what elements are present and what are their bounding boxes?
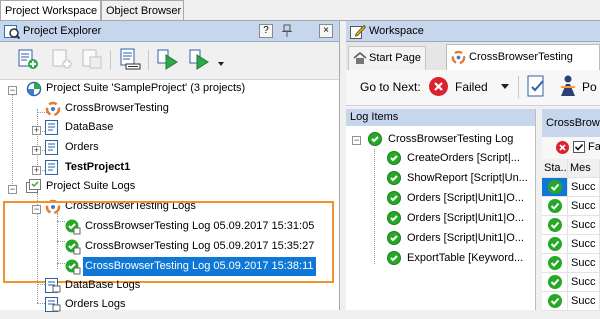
message-cell[interactable]: Succ [568,235,600,254]
logs-folder-icon [26,179,42,201]
log-items-header: Log Items [346,109,535,126]
status-cell[interactable] [542,216,568,235]
success-icon [387,151,401,165]
status-cell[interactable] [542,197,568,216]
collapse-toggle[interactable]: − [8,185,17,194]
people-icon[interactable] [558,74,578,100]
message-cell[interactable]: Succ [568,254,600,273]
message-cell[interactable]: Succ [568,197,600,216]
success-icon [387,231,401,245]
run-selected-button[interactable] [188,47,212,71]
run-project-button[interactable] [156,47,180,71]
remove-item-button[interactable] [80,47,104,71]
success-icon [548,218,562,232]
report-button[interactable] [526,74,550,100]
filter-checkbox[interactable] [573,141,585,153]
logs-folder-icon [45,297,61,319]
project-icon [45,140,58,155]
add-new-item-button[interactable] [16,47,40,71]
collapse-toggle[interactable]: − [8,86,17,95]
status-cell[interactable] [542,292,568,311]
tab-object-browser[interactable]: Object Browser [101,0,184,20]
success-icon [368,132,382,146]
message-cell[interactable]: Succ [568,178,600,197]
expand-toggle[interactable]: + [32,166,41,175]
project-icon [45,160,58,175]
project-explorer-header: Project Explorer ? × [0,21,339,42]
error-filter-icon[interactable] [556,141,569,154]
success-icon [387,171,401,185]
success-icon [548,256,562,270]
log-details-pane: CrossBrowse Fa Sta... Mes SuccSuccSuccSu… [542,109,600,311]
project-suite-icon [26,81,42,104]
log-toolbar: Go to Next: Failed Po [346,70,600,106]
tab-project-workspace[interactable]: Project Workspace [0,0,101,21]
status-cell[interactable] [542,254,568,273]
pin-icon[interactable] [281,24,293,38]
explorer-toolbar [0,42,339,80]
column-header-message[interactable]: Mes [568,159,600,178]
column-header-status[interactable]: Sta... [542,159,568,178]
project-explorer-panel: Project Explorer ? × − Project Suite 'Sa… [0,21,340,312]
chevron-down-icon[interactable] [218,62,224,66]
filter-label: Fa [588,141,600,153]
project-explorer-title: Project Explorer [23,25,102,37]
status-cell[interactable] [542,235,568,254]
message-cell[interactable]: Succ [568,292,600,311]
tab-crossbrowsertesting[interactable]: CrossBrowserTesting [446,44,600,71]
expand-toggle[interactable]: + [32,146,41,155]
message-cell[interactable]: Succ [568,216,600,235]
tab-start-page[interactable]: Start Page [348,46,426,70]
add-existing-item-button[interactable] [50,47,74,71]
toolbar-separator [110,50,111,70]
chevron-down-icon [501,84,509,89]
success-icon [387,211,401,225]
highlight-frame [3,201,334,283]
status-cell[interactable] [542,178,568,197]
message-cell[interactable]: Succ [568,273,600,292]
error-icon [429,77,448,96]
workspace-panel: Workspace Start Page CrossBrowserTesting… [346,21,600,311]
project-tree: − Project Suite 'SampleProject' (3 proje… [0,80,339,312]
project-icon [45,120,58,135]
log-items-pane: Log Items − CrossBrowserTesting Log Crea… [346,109,536,310]
success-icon [548,180,562,194]
status-cell[interactable] [542,273,568,292]
workspace-title: Workspace [369,25,424,37]
collapse-toggle[interactable]: − [352,136,361,145]
success-icon [387,251,401,265]
success-icon [548,275,562,289]
close-button[interactable]: × [319,24,333,38]
help-button[interactable]: ? [259,24,273,38]
workspace-header: Workspace [346,21,600,42]
test-items-button[interactable] [118,47,142,71]
details-filter-bar: Fa [542,137,600,159]
go-to-next-dropdown[interactable]: Failed [429,74,513,100]
success-icon [548,237,562,251]
toolbar-separator [518,76,519,98]
po-label: Po [582,80,597,94]
document-tabs: Start Page CrossBrowserTesting [346,42,600,71]
go-to-next-label: Go to Next: [360,80,421,94]
success-icon [387,191,401,205]
success-icon [548,199,562,213]
toolbar-separator [148,50,149,70]
success-icon [548,294,562,308]
log-details-header: CrossBrowse [542,109,600,137]
expand-toggle[interactable]: + [32,126,41,135]
